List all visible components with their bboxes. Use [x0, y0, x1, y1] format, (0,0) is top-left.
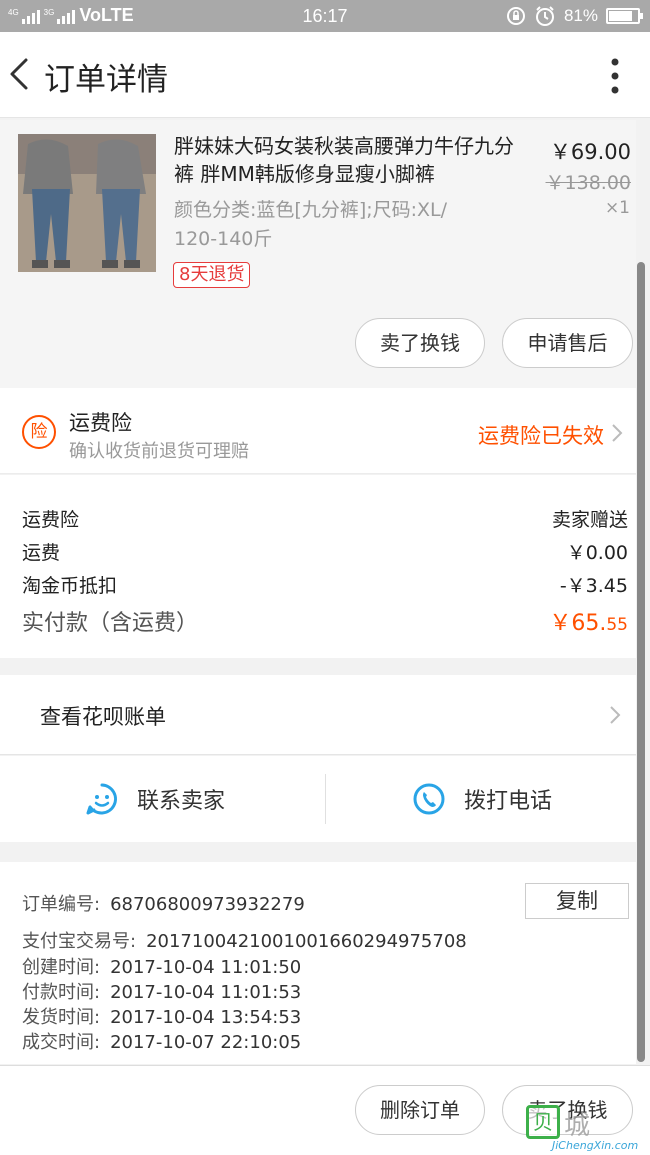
insurance-subtitle: 确认收货前退货可理赔 [69, 441, 249, 462]
fee-value: 卖家赠送 [551, 509, 628, 531]
total-label: 实付款（含运费） [22, 611, 199, 636]
order-info-value: 2017100421001001660294975708 [146, 931, 467, 952]
insurance-status: 运费险已失效 [478, 424, 604, 448]
battery-icon [606, 8, 643, 24]
alarm-icon [535, 6, 554, 26]
copy-button[interactable]: 复制 [525, 883, 629, 919]
huabei-bill-row[interactable]: 查看花呗账单 [0, 675, 636, 755]
order-info-value: 2017-10-04 11:01:50 [110, 957, 302, 978]
watermark-text: 城 [564, 1111, 592, 1141]
order-info-row: 发货时间: 2017-10-04 13:54:53 [22, 1003, 301, 1029]
order-info-label: 订单编号: [22, 894, 101, 915]
order-info-value: 2017-10-07 22:10:05 [110, 1032, 302, 1053]
product-image [18, 134, 156, 272]
fee-value: ￥0.00 [566, 542, 628, 564]
shipping-insurance-row[interactable]: 险 运费险 确认收货前退货可理赔 运费险已失效 [0, 388, 636, 474]
contact-seller-button[interactable]: 联系卖家 [85, 756, 225, 842]
product-name[interactable]: 胖妹妹大码女装秋装高腰弹力牛仔九分裤 胖MM韩版修身显瘦小脚裤 [174, 132, 526, 188]
order-info-label: 支付宝交易号: [22, 931, 137, 952]
insurance-title: 运费险 [69, 411, 132, 435]
order-info-row: 订单编号: 68706800973932279 [22, 890, 305, 916]
contact-seller-label: 联系卖家 [137, 789, 226, 814]
total-cents: 55 [606, 615, 628, 635]
order-info-label: 创建时间: [22, 957, 101, 978]
scrollbar[interactable] [637, 262, 645, 1062]
fee-row: 淘金币抵扣 -￥3.45 [22, 571, 628, 598]
product-original-price: ￥138.00 [545, 172, 631, 194]
order-info: 订单编号: 68706800973932279 复制 支付宝交易号: 2017100… [0, 862, 636, 1064]
product-thumbnail[interactable] [18, 134, 156, 272]
huabei-label: 查看花呗账单 [40, 705, 166, 729]
order-info-row: 创建时间: 2017-10-04 11:01:50 [22, 953, 301, 979]
watermark-box: 贝 [526, 1105, 560, 1139]
more-menu-icon[interactable] [610, 58, 620, 94]
delete-order-button[interactable]: 删除订单 [355, 1085, 485, 1135]
chevron-right-icon [610, 706, 621, 724]
battery-percent: 81% [563, 6, 598, 25]
chat-face-icon [86, 783, 117, 815]
nav-bar: 订单详情 [0, 32, 650, 118]
contact-divider [325, 774, 326, 824]
watermark-url: JiChengXin.com [552, 1139, 639, 1152]
back-arrow-icon[interactable] [6, 54, 36, 94]
order-info-row: 成交时间: 2017-10-07 22:10:05 [22, 1028, 301, 1054]
product-price: ￥69.00 [549, 140, 631, 164]
order-info-row: 支付宝交易号: 2017100421001001660294975708 [22, 927, 467, 953]
contact-bar: 联系卖家 拨打电话 [0, 756, 636, 842]
fee-value: -￥3.45 [559, 575, 628, 597]
fee-label: 运费险 [22, 509, 80, 531]
order-info-value[interactable]: 68706800973932279 [110, 894, 305, 915]
fee-label: 运费 [22, 542, 61, 564]
status-right: 81% [506, 5, 643, 27]
rotation-lock-icon [506, 7, 525, 25]
order-info-label: 成交时间: [22, 1032, 101, 1053]
call-phone-button[interactable]: 拨打电话 [412, 756, 552, 842]
fee-summary: 运费险 卖家赠送 运费 ￥0.00 淘金币抵扣 -￥3.45 实付款（含运费） … [0, 475, 636, 658]
order-info-value: 2017-10-04 13:54:53 [110, 1007, 302, 1028]
order-info-value: 2017-10-04 11:01:53 [110, 982, 302, 1003]
order-info-label: 付款时间: [22, 982, 101, 1003]
sell-for-cash-button[interactable]: 卖了换钱 [355, 318, 485, 368]
phone-icon [413, 783, 445, 815]
chevron-right-icon [612, 424, 623, 442]
watermark-logo: 贝 城 JiChengXin.com [526, 1103, 644, 1153]
product-sku: 颜色分类:蓝色[九分裤];尺码:XL/ 120-140斤 [174, 199, 448, 250]
product-quantity: ×1 [604, 198, 630, 218]
page-title: 订单详情 [44, 62, 168, 98]
total-main: ￥65. [549, 611, 607, 636]
fee-label: 淘金币抵扣 [22, 575, 118, 597]
status-bar: 4G 3G VoLTE 16:17 81% [0, 0, 650, 32]
total-row: 实付款（含运费） ￥65.55 [22, 605, 628, 637]
after-sale-button[interactable]: 申请售后 [502, 318, 633, 368]
order-info-label: 发货时间: [22, 1007, 101, 1028]
call-phone-label: 拨打电话 [464, 789, 553, 814]
total-value: ￥65.55 [549, 605, 628, 637]
order-info-row: 付款时间: 2017-10-04 11:01:53 [22, 978, 301, 1004]
insurance-icon: 险 [22, 415, 56, 449]
fee-row: 运费险 卖家赠送 [22, 505, 628, 532]
return-policy-badge: 8天退货 [173, 262, 251, 288]
product-card[interactable]: 胖妹妹大码女装秋装高腰弹力牛仔九分裤 胖MM韩版修身显瘦小脚裤 颜色分类:蓝色[… [0, 120, 636, 388]
fee-row: 运费 ￥0.00 [22, 538, 628, 565]
